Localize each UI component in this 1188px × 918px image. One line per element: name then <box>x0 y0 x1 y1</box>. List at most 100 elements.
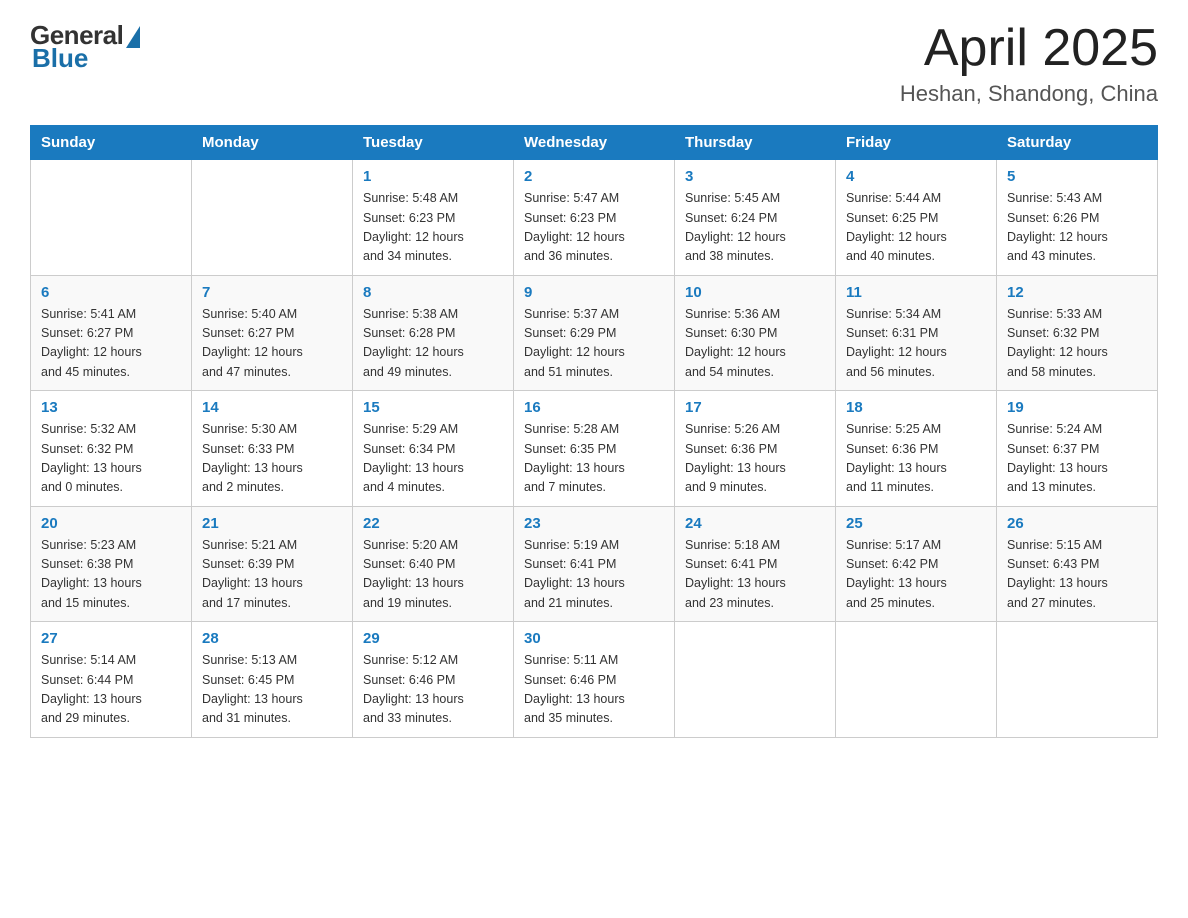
header-cell-sunday: Sunday <box>31 126 192 160</box>
day-cell: 15 Sunrise: 5:29 AMSunset: 6:34 PMDayligh… <box>353 391 514 507</box>
day-info: Sunrise: 5:45 AMSunset: 6:24 PMDaylight:… <box>685 189 825 267</box>
day-number: 30 <box>524 630 664 647</box>
day-cell: 4 Sunrise: 5:44 AMSunset: 6:25 PMDaylight… <box>836 160 997 276</box>
day-cell: 9 Sunrise: 5:37 AMSunset: 6:29 PMDaylight… <box>514 275 675 391</box>
day-info: Sunrise: 5:25 AMSunset: 6:36 PMDaylight:… <box>846 420 986 498</box>
day-cell <box>192 160 353 276</box>
header-cell-tuesday: Tuesday <box>353 126 514 160</box>
day-info: Sunrise: 5:11 AMSunset: 6:46 PMDaylight:… <box>524 651 664 729</box>
day-info: Sunrise: 5:23 AMSunset: 6:38 PMDaylight:… <box>41 536 181 614</box>
logo-triangle-icon <box>126 26 140 48</box>
header-row: SundayMondayTuesdayWednesdayThursdayFrid… <box>31 126 1158 160</box>
day-cell: 20 Sunrise: 5:23 AMSunset: 6:38 PMDayligh… <box>31 506 192 622</box>
day-cell <box>836 622 997 738</box>
day-number: 20 <box>41 515 181 532</box>
day-cell: 28Sunrise: 5:13 AMSunset: 6:45 PMDayligh… <box>192 622 353 738</box>
page-header: General Blue April 2025 Heshan, Shandong… <box>30 20 1158 107</box>
day-cell: 25 Sunrise: 5:17 AMSunset: 6:42 PMDayligh… <box>836 506 997 622</box>
day-info: Sunrise: 5:14 AMSunset: 6:44 PMDaylight:… <box>41 651 181 729</box>
day-number: 14 <box>202 399 342 416</box>
day-info: Sunrise: 5:29 AMSunset: 6:34 PMDaylight:… <box>363 420 503 498</box>
day-number: 4 <box>846 168 986 185</box>
day-number: 13 <box>41 399 181 416</box>
logo-blue-text: Blue <box>32 43 88 74</box>
day-number: 1 <box>363 168 503 185</box>
day-cell: 2 Sunrise: 5:47 AMSunset: 6:23 PMDaylight… <box>514 160 675 276</box>
day-number: 9 <box>524 284 664 301</box>
day-cell: 30 Sunrise: 5:11 AMSunset: 6:46 PMDayligh… <box>514 622 675 738</box>
day-info: Sunrise: 5:28 AMSunset: 6:35 PMDaylight:… <box>524 420 664 498</box>
logo: General Blue <box>30 20 140 74</box>
day-cell: 7 Sunrise: 5:40 AMSunset: 6:27 PMDaylight… <box>192 275 353 391</box>
day-number: 11 <box>846 284 986 301</box>
day-number: 15 <box>363 399 503 416</box>
day-info: Sunrise: 5:47 AMSunset: 6:23 PMDaylight:… <box>524 189 664 267</box>
location-text: Heshan, Shandong, China <box>900 81 1158 107</box>
day-number: 25 <box>846 515 986 532</box>
day-info: Sunrise: 5:17 AMSunset: 6:42 PMDaylight:… <box>846 536 986 614</box>
day-cell: 22 Sunrise: 5:20 AMSunset: 6:40 PMDayligh… <box>353 506 514 622</box>
day-number: 5 <box>1007 168 1147 185</box>
day-info: Sunrise: 5:41 AMSunset: 6:27 PMDaylight:… <box>41 305 181 383</box>
day-number: 3 <box>685 168 825 185</box>
week-row-4: 20 Sunrise: 5:23 AMSunset: 6:38 PMDayligh… <box>31 506 1158 622</box>
day-info: Sunrise: 5:26 AMSunset: 6:36 PMDaylight:… <box>685 420 825 498</box>
day-info: Sunrise: 5:33 AMSunset: 6:32 PMDaylight:… <box>1007 305 1147 383</box>
day-info: Sunrise: 5:32 AMSunset: 6:32 PMDaylight:… <box>41 420 181 498</box>
day-cell: 5 Sunrise: 5:43 AMSunset: 6:26 PMDaylight… <box>997 160 1158 276</box>
day-number: 2 <box>524 168 664 185</box>
day-number: 26 <box>1007 515 1147 532</box>
week-row-3: 13 Sunrise: 5:32 AMSunset: 6:32 PMDayligh… <box>31 391 1158 507</box>
day-info: Sunrise: 5:44 AMSunset: 6:25 PMDaylight:… <box>846 189 986 267</box>
day-cell: 23Sunrise: 5:19 AMSunset: 6:41 PMDayligh… <box>514 506 675 622</box>
day-number: 19 <box>1007 399 1147 416</box>
day-cell <box>31 160 192 276</box>
day-cell <box>997 622 1158 738</box>
day-number: 16 <box>524 399 664 416</box>
header-cell-wednesday: Wednesday <box>514 126 675 160</box>
header-cell-thursday: Thursday <box>675 126 836 160</box>
day-info: Sunrise: 5:19 AMSunset: 6:41 PMDaylight:… <box>524 536 664 614</box>
day-info: Sunrise: 5:43 AMSunset: 6:26 PMDaylight:… <box>1007 189 1147 267</box>
calendar-body: 1Sunrise: 5:48 AMSunset: 6:23 PMDaylight… <box>31 160 1158 738</box>
day-info: Sunrise: 5:15 AMSunset: 6:43 PMDaylight:… <box>1007 536 1147 614</box>
day-number: 29 <box>363 630 503 647</box>
day-cell: 12 Sunrise: 5:33 AMSunset: 6:32 PMDayligh… <box>997 275 1158 391</box>
day-number: 6 <box>41 284 181 301</box>
day-cell: 6 Sunrise: 5:41 AMSunset: 6:27 PMDaylight… <box>31 275 192 391</box>
day-info: Sunrise: 5:38 AMSunset: 6:28 PMDaylight:… <box>363 305 503 383</box>
header-cell-friday: Friday <box>836 126 997 160</box>
header-cell-saturday: Saturday <box>997 126 1158 160</box>
day-cell: 17 Sunrise: 5:26 AMSunset: 6:36 PMDayligh… <box>675 391 836 507</box>
day-cell: 10 Sunrise: 5:36 AMSunset: 6:30 PMDayligh… <box>675 275 836 391</box>
day-info: Sunrise: 5:20 AMSunset: 6:40 PMDaylight:… <box>363 536 503 614</box>
day-info: Sunrise: 5:40 AMSunset: 6:27 PMDaylight:… <box>202 305 342 383</box>
day-info: Sunrise: 5:34 AMSunset: 6:31 PMDaylight:… <box>846 305 986 383</box>
day-number: 12 <box>1007 284 1147 301</box>
day-number: 18 <box>846 399 986 416</box>
day-cell: 27Sunrise: 5:14 AMSunset: 6:44 PMDayligh… <box>31 622 192 738</box>
week-row-5: 27Sunrise: 5:14 AMSunset: 6:44 PMDayligh… <box>31 622 1158 738</box>
day-number: 7 <box>202 284 342 301</box>
day-number: 24 <box>685 515 825 532</box>
day-cell: 16 Sunrise: 5:28 AMSunset: 6:35 PMDayligh… <box>514 391 675 507</box>
day-number: 10 <box>685 284 825 301</box>
day-info: Sunrise: 5:12 AMSunset: 6:46 PMDaylight:… <box>363 651 503 729</box>
day-info: Sunrise: 5:36 AMSunset: 6:30 PMDaylight:… <box>685 305 825 383</box>
day-cell: 19Sunrise: 5:24 AMSunset: 6:37 PMDayligh… <box>997 391 1158 507</box>
day-cell: 24 Sunrise: 5:18 AMSunset: 6:41 PMDayligh… <box>675 506 836 622</box>
day-info: Sunrise: 5:37 AMSunset: 6:29 PMDaylight:… <box>524 305 664 383</box>
day-info: Sunrise: 5:18 AMSunset: 6:41 PMDaylight:… <box>685 536 825 614</box>
calendar-table: SundayMondayTuesdayWednesdayThursdayFrid… <box>30 125 1158 738</box>
day-number: 21 <box>202 515 342 532</box>
day-cell: 26 Sunrise: 5:15 AMSunset: 6:43 PMDayligh… <box>997 506 1158 622</box>
day-number: 28 <box>202 630 342 647</box>
header-cell-monday: Monday <box>192 126 353 160</box>
week-row-2: 6 Sunrise: 5:41 AMSunset: 6:27 PMDaylight… <box>31 275 1158 391</box>
title-block: April 2025 Heshan, Shandong, China <box>900 20 1158 107</box>
month-title: April 2025 <box>900 20 1158 77</box>
day-number: 22 <box>363 515 503 532</box>
day-cell: 29 Sunrise: 5:12 AMSunset: 6:46 PMDayligh… <box>353 622 514 738</box>
day-cell: 8Sunrise: 5:38 AMSunset: 6:28 PMDaylight… <box>353 275 514 391</box>
day-number: 17 <box>685 399 825 416</box>
